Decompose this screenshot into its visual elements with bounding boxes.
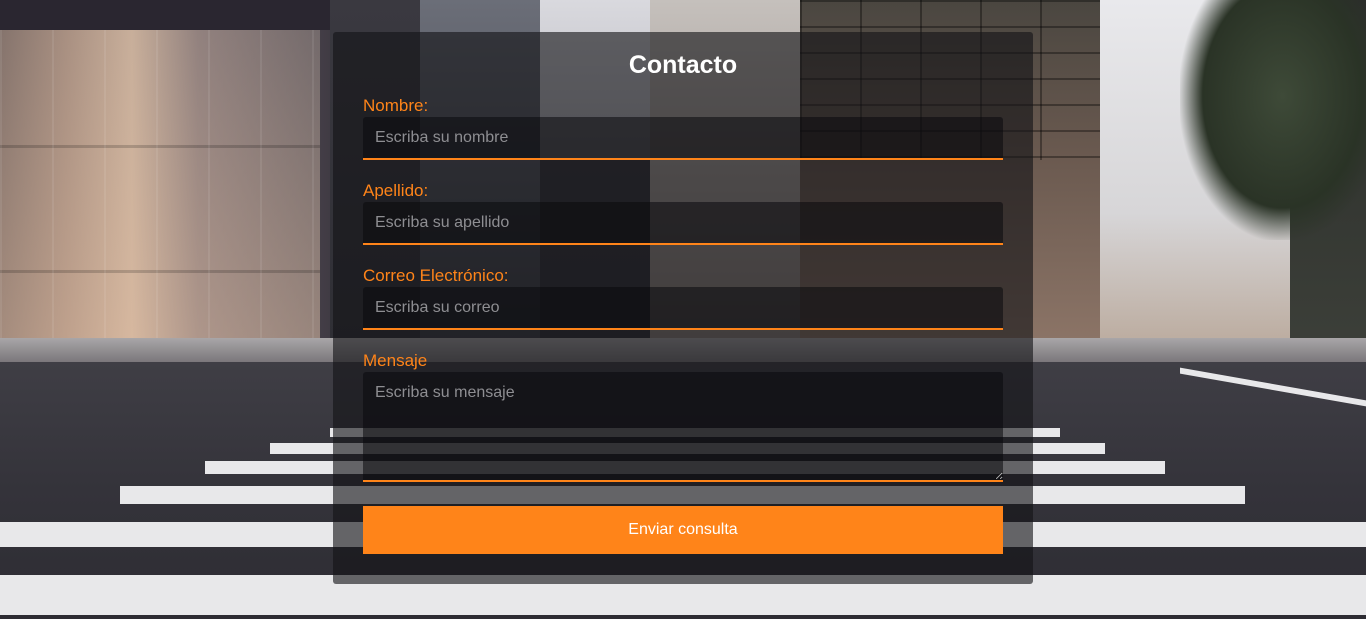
enviar-consulta-button[interactable]: Enviar consulta (363, 506, 1003, 554)
mensaje-label: Mensaje (363, 351, 428, 370)
apellido-label: Apellido: (363, 181, 429, 200)
form-title: Contacto (628, 51, 738, 79)
contact-form: Contacto Nombre: Apellido: Correo Electr… (333, 32, 1033, 584)
background-tree (1180, 0, 1366, 240)
background-building-left-roof (0, 0, 330, 30)
email-label: Correo Electrónico: (363, 266, 509, 285)
background-storefront-glass (0, 20, 320, 340)
email-input[interactable] (363, 287, 1003, 330)
nombre-input[interactable] (363, 117, 1003, 160)
nombre-label: Nombre: (363, 96, 429, 115)
mensaje-textarea[interactable] (363, 372, 1003, 482)
apellido-input[interactable] (363, 202, 1003, 245)
